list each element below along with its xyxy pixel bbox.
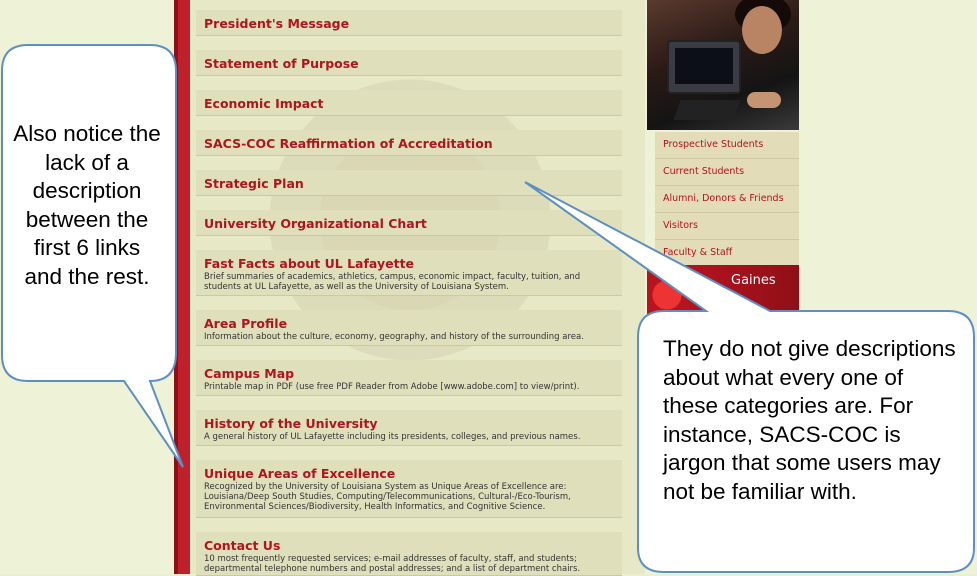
list-item[interactable]: Campus Map Printable map in PDF (use fre… [196, 360, 622, 396]
link-history[interactable]: History of the University [204, 416, 614, 432]
list-item[interactable]: History of the University A general hist… [196, 410, 622, 446]
link-description: Recognized by the University of Louisian… [204, 482, 571, 512]
list-item[interactable]: Contact Us 10 most frequently requested … [196, 532, 622, 576]
promo-line-1: Gaines [731, 273, 776, 288]
left-callout-text: Also notice the lack of a description be… [13, 121, 161, 289]
nav-visitors[interactable]: Visitors [655, 213, 799, 240]
monitor-shape [667, 40, 741, 94]
students-photo [647, 0, 799, 130]
monitor-screen [675, 48, 733, 84]
link-description: Printable map in PDF (use free PDF Reade… [204, 382, 580, 392]
keyboard-shape [673, 100, 741, 120]
list-item[interactable]: Statement of Purpose [196, 50, 622, 76]
link-strategic-plan[interactable]: Strategic Plan [204, 176, 614, 192]
link-description: Brief summaries of academics, athletics,… [204, 272, 581, 292]
link-org-chart[interactable]: University Organizational Chart [204, 216, 614, 232]
link-unique-areas[interactable]: Unique Areas of Excellence [204, 466, 614, 482]
link-sacs-coc[interactable]: SACS-COC Reaffirmation of Accreditation [204, 136, 614, 152]
link-area-profile[interactable]: Area Profile [204, 316, 614, 332]
nav-prospective-students[interactable]: Prospective Students [655, 132, 799, 159]
list-item[interactable]: Unique Areas of Excellence Recognized by… [196, 460, 622, 518]
audience-nav: Prospective Students Current Students Al… [655, 132, 799, 267]
list-item[interactable]: Fast Facts about UL Lafayette Brief summ… [196, 250, 622, 296]
list-item[interactable]: SACS-COC Reaffirmation of Accreditation [196, 130, 622, 156]
promo-line-2: Bla [725, 293, 744, 307]
left-red-bar [178, 0, 190, 574]
list-item[interactable]: University Organizational Chart [196, 210, 622, 236]
link-description: A general history of UL Lafayette includ… [204, 432, 581, 442]
nav-faculty-staff[interactable]: Faculty & Staff [655, 240, 799, 267]
link-campus-map[interactable]: Campus Map [204, 366, 614, 382]
right-callout-text: They do not give descriptions about what… [663, 336, 956, 504]
link-description: Information about the culture, economy, … [204, 332, 584, 342]
list-item[interactable]: Strategic Plan [196, 170, 622, 196]
link-fast-facts[interactable]: Fast Facts about UL Lafayette [204, 256, 614, 272]
link-presidents-message[interactable]: President's Message [204, 16, 614, 32]
link-economic-impact[interactable]: Economic Impact [204, 96, 614, 112]
list-item[interactable]: Economic Impact [196, 90, 622, 116]
face-shape [742, 6, 782, 54]
link-description: 10 most frequently requested services; e… [204, 554, 581, 574]
promo-banner[interactable]: Gaines Bla [647, 265, 799, 325]
list-item[interactable]: Area Profile Information about the cultu… [196, 310, 622, 346]
nav-current-students[interactable]: Current Students [655, 159, 799, 186]
hand-shape [747, 92, 781, 108]
link-contact-us[interactable]: Contact Us [204, 538, 614, 554]
list-item[interactable]: President's Message [196, 10, 622, 36]
link-statement-of-purpose[interactable]: Statement of Purpose [204, 56, 614, 72]
nav-alumni-donors-friends[interactable]: Alumni, Donors & Friends [655, 186, 799, 213]
